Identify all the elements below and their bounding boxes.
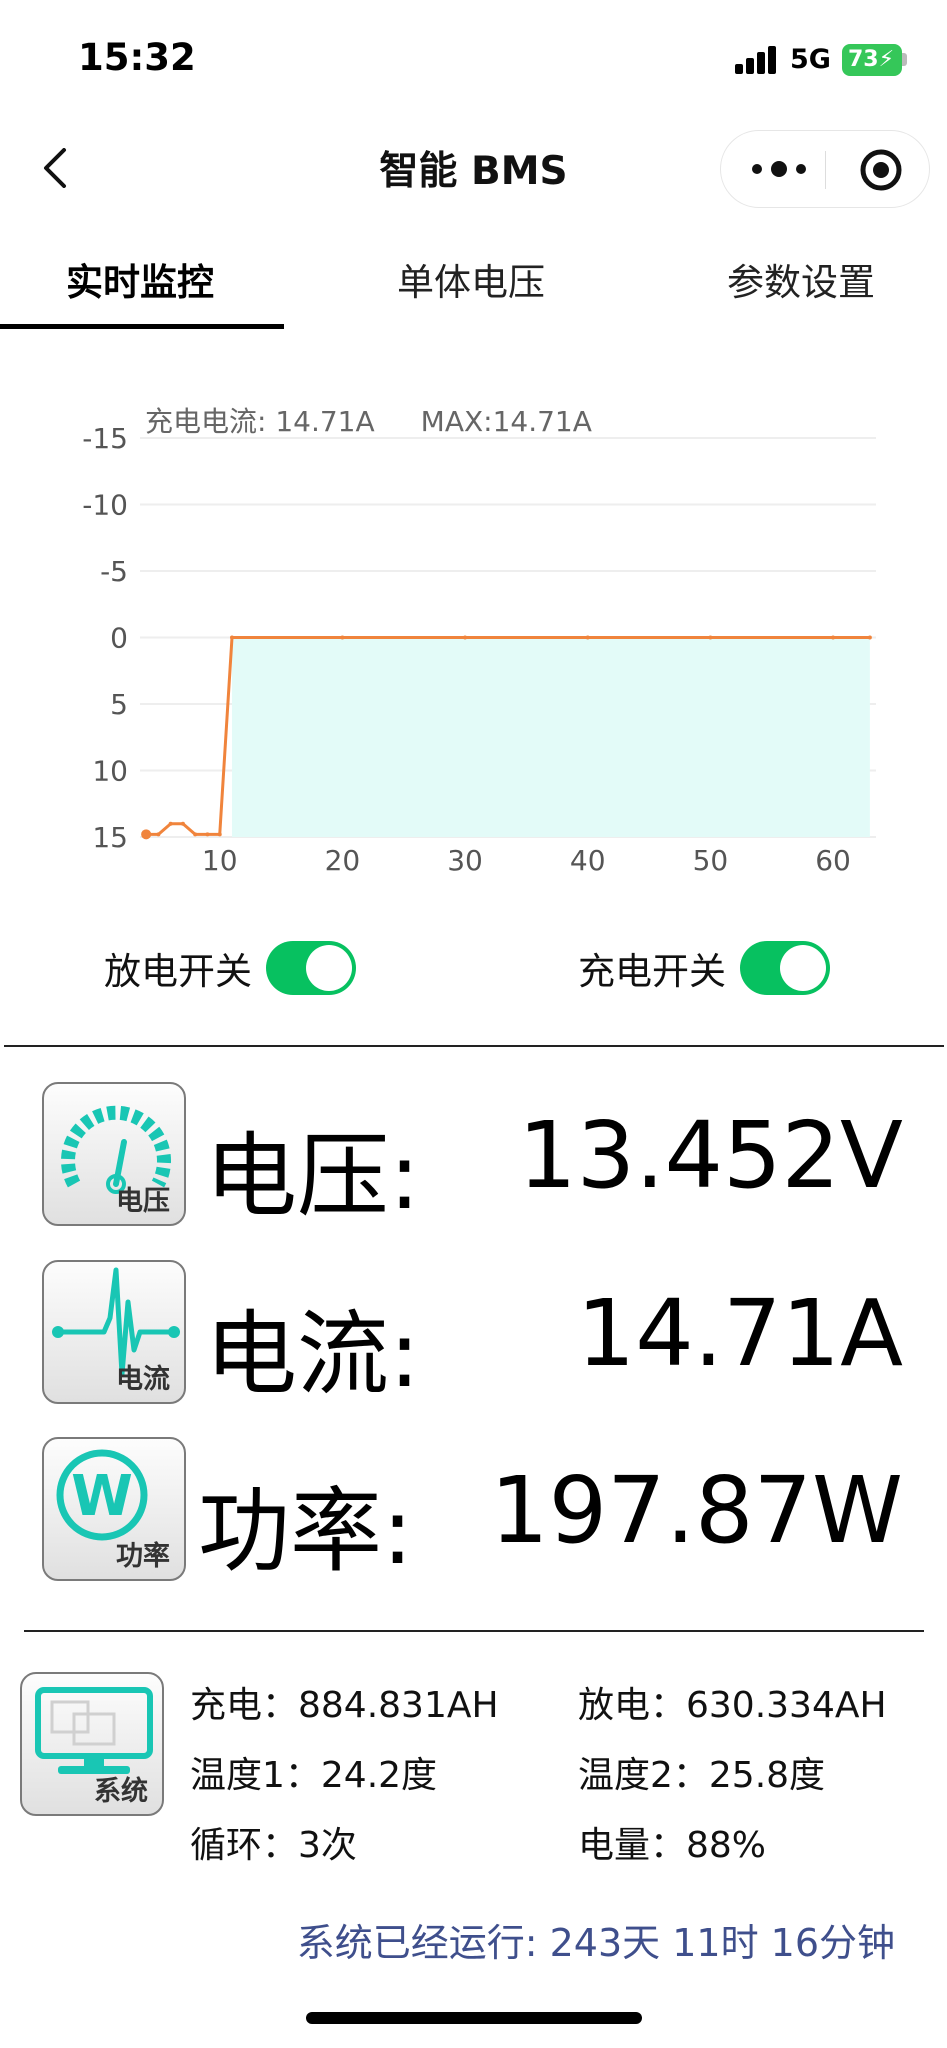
series-point (831, 635, 836, 640)
stat-soc: 电量：88% (578, 1825, 767, 1866)
series-point (585, 635, 590, 640)
series-point (340, 635, 345, 640)
network-type: 5G (790, 44, 831, 75)
y-tick-label: 10 (92, 755, 128, 788)
close-target-icon[interactable] (859, 148, 903, 192)
switch-knob (780, 945, 826, 991)
x-tick-label: 50 (693, 844, 729, 877)
switch-knob (306, 945, 352, 991)
voltage-value: 13.452V (518, 1102, 903, 1209)
series-point (156, 832, 161, 837)
status-time: 15:32 (78, 36, 196, 79)
stat-temp2: 温度2：25.8度 (578, 1755, 826, 1796)
series-point (205, 832, 210, 837)
tab-cell-voltage[interactable]: 单体电压 (397, 252, 545, 306)
y-tick-label: -5 (100, 555, 128, 588)
tab-bar: 实时监控 单体电压 参数设置 (0, 240, 947, 330)
x-tick-label: 40 (570, 844, 606, 877)
voltage-gauge-icon: 电压 (42, 1082, 186, 1226)
y-tick-label: 5 (110, 688, 128, 721)
capsule-divider (825, 151, 826, 189)
home-indicator[interactable] (306, 2012, 642, 2024)
current-wave-icon: 电流 (42, 1260, 186, 1404)
stat-cycles: 循环：3次 (190, 1825, 357, 1866)
series-point (168, 821, 173, 826)
power-w-icon: W 功率 (42, 1437, 186, 1581)
y-tick-label: 0 (110, 622, 128, 655)
tab-parameter-settings[interactable]: 参数设置 (727, 252, 875, 306)
discharge-switch[interactable] (266, 941, 356, 995)
chart-current-label: 充电电流: 14.71A (145, 405, 375, 438)
power-icon-caption: 功率 (116, 1541, 170, 1572)
status-bar: 15:32 5G 73⚡ (0, 0, 947, 110)
signal-icon (735, 46, 777, 74)
discharge-switch-label: 放电开关 (104, 950, 252, 993)
power-label: 功率: (198, 1478, 413, 1585)
current-icon-caption: 电流 (116, 1364, 170, 1395)
x-tick-label: 10 (202, 844, 238, 877)
runtime-text: 系统已经运行: 243天 11时 16分钟 (296, 1921, 895, 1965)
x-tick-label: 20 (325, 844, 361, 877)
power-metric: W 功率 功率: 197.87W (0, 1437, 947, 1587)
series-point (230, 635, 234, 640)
tab-realtime-monitor[interactable]: 实时监控 (66, 252, 214, 306)
active-tab-indicator (0, 324, 284, 329)
series-point (708, 635, 713, 640)
stat-discharge: 放电：630.334AH (578, 1685, 887, 1726)
current-chart: -15 -10 -5 0 5 10 15 10 20 30 40 50 60 充电电流: 14.71A M… (0, 380, 947, 900)
series-point (463, 635, 468, 640)
stat-temp1: 温度1：24.2度 (190, 1755, 438, 1796)
series-point (180, 821, 185, 826)
y-tick-label: -15 (82, 422, 128, 455)
current-metric: 电流 电流: 14.71A (0, 1260, 947, 1410)
series-point (217, 832, 222, 837)
charge-switch-label: 充电开关 (578, 950, 726, 993)
power-value: 197.87W (490, 1457, 903, 1564)
series-point (867, 635, 872, 640)
current-value: 14.71A (576, 1280, 903, 1387)
mini-program-capsule (720, 130, 930, 208)
section-divider (4, 1045, 944, 1047)
more-options-icon[interactable] (749, 157, 809, 181)
charge-switch[interactable] (740, 941, 830, 995)
charge-switch-row: 充电开关 (578, 938, 830, 998)
voltage-icon-caption: 电压 (116, 1186, 170, 1217)
system-icon-caption: 系统 (94, 1776, 148, 1807)
y-tick-label: 15 (92, 821, 128, 854)
discharge-switch-row: 放电开关 (104, 938, 356, 998)
x-tick-label: 30 (447, 844, 483, 877)
battery-cap (902, 53, 907, 66)
chart-max-label: MAX:14.71A (420, 405, 592, 438)
current-chart-svg: -15 -10 -5 0 5 10 15 10 20 30 40 50 60 (82, 422, 876, 877)
voltage-label: 电压: (205, 1123, 420, 1230)
y-tick-label: -10 (82, 489, 128, 522)
current-label: 电流: (205, 1301, 420, 1408)
svg-text:W: W (71, 1464, 133, 1529)
section-divider (24, 1630, 924, 1632)
system-monitor-icon: 系统 (20, 1672, 164, 1816)
series-point (193, 832, 198, 837)
voltage-metric: 电压 电压: 13.452V (0, 1082, 947, 1232)
series-area-fill (232, 637, 870, 837)
battery-level: 73 (848, 47, 879, 72)
battery-icon: 73⚡ (842, 44, 902, 76)
x-tick-label: 60 (815, 844, 851, 877)
series-point (141, 829, 152, 840)
stat-charge: 充电：884.831AH (190, 1685, 499, 1726)
chart-header: 充电电流: 14.71A MAX:14.71A (145, 400, 592, 440)
